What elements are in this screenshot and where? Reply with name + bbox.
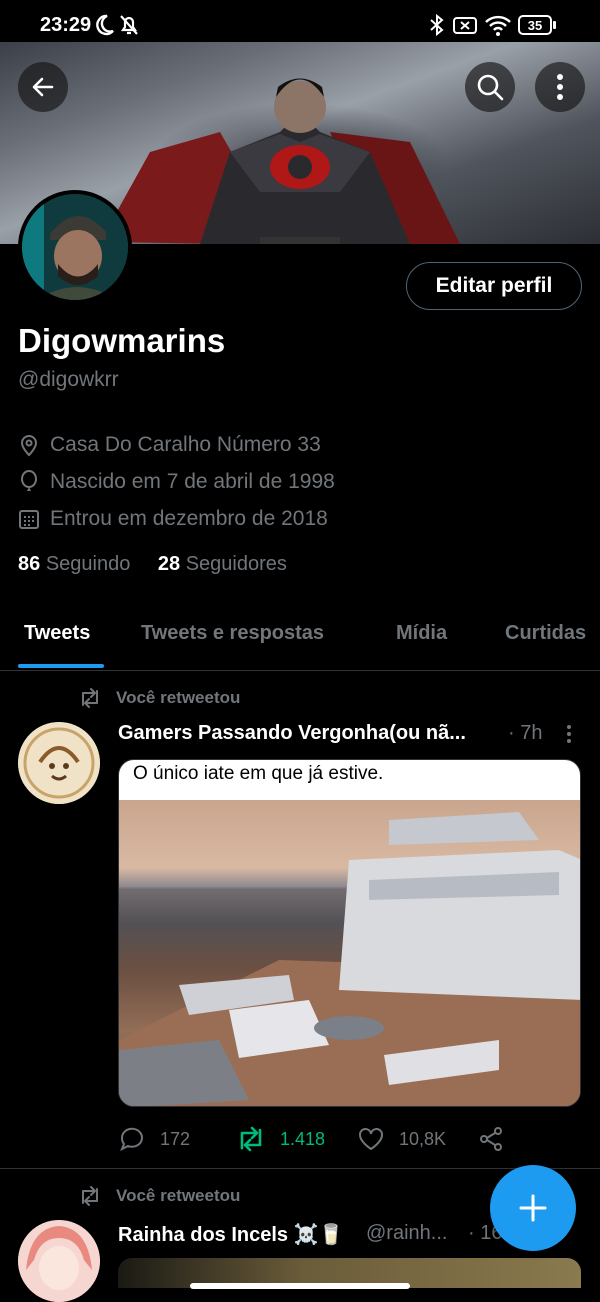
joined-text: Entrou em dezembro de 2018 xyxy=(50,507,328,530)
profile-tabs: Tweets Tweets e respostas Mídia Curtidas xyxy=(0,612,600,671)
like-count: 10,8K xyxy=(399,1128,447,1149)
profile-joined: Entrou em dezembro de 2018 xyxy=(18,507,328,531)
retweet-icon xyxy=(240,1126,262,1152)
retweet-small-icon xyxy=(82,1186,98,1206)
compose-tweet-button[interactable] xyxy=(490,1165,576,1251)
bell-off-icon xyxy=(120,15,138,35)
following-link[interactable]: 86 Seguindo xyxy=(18,553,130,575)
tab-media[interactable]: Mídia xyxy=(396,622,447,645)
more-vertical-icon xyxy=(557,74,563,100)
tweet-author-name[interactable]: Gamers Passando Vergonha(ou nã... xyxy=(118,722,466,745)
wifi-icon xyxy=(485,15,511,36)
calendar-icon xyxy=(19,510,39,529)
sim-off-icon xyxy=(453,17,477,34)
reply-icon xyxy=(120,1127,143,1152)
tab-tweets[interactable]: Tweets xyxy=(24,622,90,645)
heart-icon xyxy=(359,1128,383,1151)
retweet-context-label: Você retweetou xyxy=(116,688,241,707)
arrow-left-icon xyxy=(32,77,54,97)
tab-likes[interactable]: Curtidas xyxy=(505,622,586,645)
yacht-photo xyxy=(119,800,580,1106)
followers-link[interactable]: 28 Seguidores xyxy=(158,553,287,575)
profile-location: Casa Do Caralho Número 33 xyxy=(18,433,321,457)
profile-birthdate: Nascido em 7 de abril de 1998 xyxy=(18,470,335,494)
share-icon[interactable] xyxy=(478,1126,504,1152)
retweet-context: Você retweetou xyxy=(78,687,240,709)
tweet-author-name[interactable]: Rainha dos Incels ☠️🥛 xyxy=(118,1222,343,1247)
followers-label: Seguidores xyxy=(185,553,287,575)
search-button[interactable] xyxy=(465,62,515,112)
tweet-author-avatar[interactable] xyxy=(18,1220,100,1302)
reply-count: 172 xyxy=(160,1128,191,1149)
tweet-more-icon[interactable] xyxy=(564,724,574,744)
tweet-author-handle: @rainh... xyxy=(366,1222,448,1244)
retweet-small-icon xyxy=(82,688,98,708)
status-time: 23:29 xyxy=(40,14,92,36)
active-tab-indicator xyxy=(18,664,104,668)
reply-button[interactable]: 172 xyxy=(118,1126,190,1152)
back-button[interactable] xyxy=(18,62,68,112)
bluetooth-icon xyxy=(430,13,444,37)
followers-count: 28 xyxy=(157,553,181,575)
avatar-image xyxy=(22,194,128,300)
tab-tweets-replies[interactable]: Tweets e respostas xyxy=(141,622,324,645)
media-caption: O único iate em que já estive. xyxy=(133,763,384,784)
balloon-icon xyxy=(21,470,37,491)
yacht-illustration xyxy=(119,812,580,1106)
tweet-divider xyxy=(0,1168,600,1169)
battery-level: 35 xyxy=(527,17,543,33)
follow-stats: 86 Seguindo 28 Seguidores xyxy=(18,553,287,576)
profile-name: Digowmarins xyxy=(18,322,226,359)
status-bar: 23:29 35 xyxy=(0,0,600,50)
retweet-context: Você retweetou xyxy=(78,1185,240,1207)
birthdate-text: Nascido em 7 de abril de 1998 xyxy=(50,470,335,493)
battery-icon: 35 xyxy=(518,15,552,35)
profile-handle: @digowkrr xyxy=(18,368,119,391)
moon-icon xyxy=(96,14,114,36)
following-count: 86 xyxy=(18,553,41,575)
home-indicator[interactable] xyxy=(190,1283,410,1289)
tweet-author-avatar[interactable] xyxy=(18,722,100,804)
profile-avatar[interactable] xyxy=(18,190,132,304)
author-avatar-image xyxy=(18,1220,100,1302)
retweet-context-label: Você retweetou xyxy=(116,1186,241,1205)
following-label: Seguindo xyxy=(45,553,131,575)
retweet-count: 1.418 xyxy=(280,1128,326,1149)
tweet-time: · 7h xyxy=(508,722,543,744)
more-options-button[interactable] xyxy=(535,62,585,112)
search-icon xyxy=(477,74,504,101)
edit-profile-button[interactable]: Editar perfil xyxy=(406,262,582,310)
retweet-button[interactable]: 1.418 xyxy=(236,1126,325,1152)
location-pin-icon xyxy=(20,435,38,457)
like-button[interactable]: 10,8K xyxy=(357,1126,446,1152)
location-text: Casa Do Caralho Número 33 xyxy=(50,433,321,456)
tweet-media[interactable]: O único iate em que já estive. xyxy=(118,759,581,1107)
author-avatar-image xyxy=(18,722,100,804)
battery-tip xyxy=(553,21,556,29)
plus-icon xyxy=(519,1194,547,1222)
